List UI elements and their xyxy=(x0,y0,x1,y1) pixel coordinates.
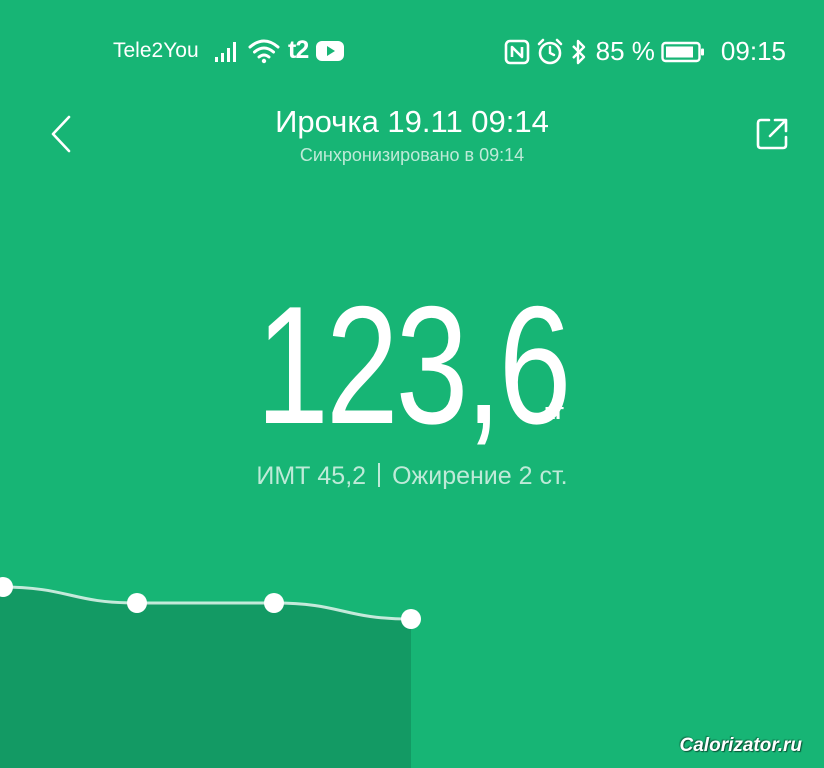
weight-display: 123,6 кг xyxy=(0,271,824,459)
bmi-value: ИМТ 45,2 xyxy=(256,462,367,490)
battery-percent: 85 % xyxy=(595,36,655,66)
bmi-category: Ожирение 2 ст. xyxy=(392,462,568,490)
status-right-icons: 85 % 09:15 xyxy=(504,36,786,67)
bluetooth-icon xyxy=(571,39,585,64)
trend-point[interactable] xyxy=(127,593,147,613)
youtube-icon xyxy=(316,40,345,61)
trend-point[interactable] xyxy=(401,609,421,629)
alarm-icon xyxy=(537,38,562,64)
weight-value: 123,6 xyxy=(255,271,571,459)
weight-unit: кг xyxy=(544,399,565,424)
carrier-name: Tele2You xyxy=(113,39,199,62)
operator-badge: t2 xyxy=(288,36,309,64)
battery-icon xyxy=(661,41,704,62)
trend-point[interactable] xyxy=(264,593,284,613)
share-button[interactable] xyxy=(750,112,794,156)
divider xyxy=(378,463,381,487)
trend-area xyxy=(0,587,411,768)
bmi-summary: ИМТ 45,2 Ожирение 2 ст. xyxy=(0,462,824,491)
status-bar: Tele2You t2 85 % 09:15 xyxy=(0,30,824,72)
page-title: Ирочка 19.11 09:14 xyxy=(275,104,549,139)
wifi-icon xyxy=(248,39,280,63)
status-left-icons: t2 xyxy=(214,36,345,65)
signal-icon xyxy=(215,41,236,62)
status-time: 09:15 xyxy=(720,36,786,66)
sync-status: Синхронизировано в 09:14 xyxy=(299,145,525,165)
watermark: Calorizator.ru xyxy=(679,735,802,756)
share-icon xyxy=(756,118,788,150)
nfc-icon xyxy=(504,39,529,64)
